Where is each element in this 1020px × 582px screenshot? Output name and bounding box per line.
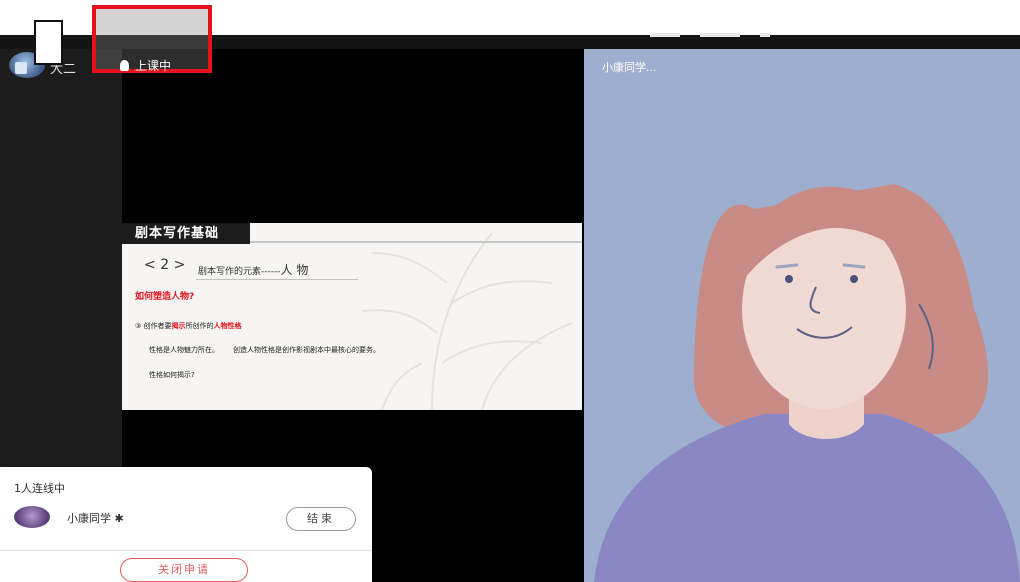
live-class-window: 大二 上课中 剧本写作基础 < 2 > 剧本写作的元素------人 物 如何塑… [0,0,1020,582]
mic-icon [120,60,129,71]
top-bar-faint-controls [650,22,800,37]
remote-video[interactable]: 小康同学... [584,49,1020,582]
slide-line-1b: 创造人物性格是创作影视剧本中最核心的要务。 [233,346,380,354]
section-title: 剧本写作的元素------ [198,267,281,277]
end-call-button[interactable]: 结束 [286,507,356,531]
section-rule [196,279,358,280]
section-title-emph: 人 物 [280,263,309,277]
shared-slide: 剧本写作基础 < 2 > 剧本写作的元素------人 物 如何塑造人物? ③ … [122,223,582,410]
point-prefix: ③ 创作者要 [135,322,172,330]
class-status-label: 上课中 [135,59,172,73]
connection-count: 1人连线中 [14,482,65,495]
chevron-right-icon: > [173,257,186,273]
chevron-left-icon: < [144,257,156,273]
slide-title-rule [250,241,582,243]
slide-title: 剧本写作基础 [122,223,250,244]
section-number: 2 [160,257,170,273]
class-status: 上课中 [120,57,171,74]
connection-panel: 1人连线中 小康同学 ✱ 结束 关闭申请 [0,467,372,582]
overlay-white-block [34,20,63,65]
point-emph-character: 人物性格 [213,322,242,330]
slide-point: ③ 创作者要揭示所创作的人物性格 [135,321,242,331]
slide-question: 如何塑造人物? [135,292,195,302]
slide-leaf-decoration [361,232,573,410]
section-badge: < 2 > [144,257,185,273]
panel-divider [0,550,372,551]
section-heading: 剧本写作的元素------人 物 [198,261,308,278]
point-middle: 所创作的 [185,322,214,330]
close-apply-button[interactable]: 关闭申请 [120,558,248,582]
point-emph-reveal: 揭示 [171,322,186,330]
person-illustration [594,184,1020,582]
connected-user-name: 小康同学 ✱ [67,512,124,525]
slide-line-2: 性格如何揭示? [149,371,195,379]
user-avatar [14,506,50,528]
slide-line-1a: 性格是人物魅力所在。 [149,346,219,354]
slide-line-1: 性格是人物魅力所在。 创造人物性格是创作影视剧本中最核心的要务。 [149,345,394,355]
